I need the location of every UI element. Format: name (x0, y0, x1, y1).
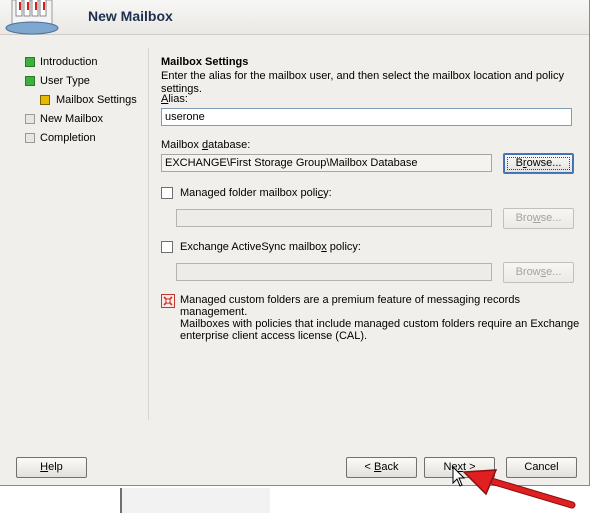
help-button[interactable]: Help (16, 457, 87, 478)
nav-step-completion: Completion (22, 131, 142, 150)
nav-step-label: User Type (40, 75, 90, 87)
nav-step-new-mailbox: New Mailbox (22, 112, 142, 131)
nav-step-label: New Mailbox (40, 113, 103, 125)
annotation-arrow-icon (462, 469, 576, 509)
managed-folder-browse-button[interactable]: Browse... (503, 208, 574, 229)
mailbox-settings-panel: Mailbox Settings Enter the alias for the… (161, 56, 579, 96)
nav-step-label: Mailbox Settings (56, 94, 137, 106)
nav-step-label: Completion (40, 132, 96, 144)
mailbox-database-field: EXCHANGE\First Storage Group\Mailbox Dat… (161, 154, 492, 172)
activesync-checkbox[interactable] (161, 241, 173, 253)
section-description: Enter the alias for the mailbox user, an… (161, 70, 564, 95)
wizard-header: New Mailbox (0, 0, 589, 35)
wizard-steps-nav: Introduction User Type Mailbox Settings … (22, 55, 142, 150)
premium-feature-icon (161, 294, 175, 308)
alias-input[interactable]: userone (161, 108, 572, 126)
nav-step-user-type: User Type (22, 74, 142, 93)
managed-folder-label: Managed folder mailbox policy: (180, 187, 332, 199)
step-complete-icon (25, 76, 35, 86)
database-browse-button[interactable]: Browse... (503, 153, 574, 174)
premium-feature-note: Managed custom folders are a premium fea… (180, 294, 580, 342)
nav-step-introduction: Introduction (22, 55, 142, 74)
back-button[interactable]: < Back (346, 457, 417, 478)
alias-label: Alias: (161, 93, 188, 105)
activesync-browse-button[interactable]: Browse... (503, 262, 574, 283)
section-title: Mailbox Settings (161, 56, 249, 68)
new-mailbox-dialog: New Mailbox Introduction User Type Mailb… (0, 0, 590, 486)
background-window-edge (120, 488, 270, 513)
managed-folder-policy-field (176, 209, 492, 227)
mailbox-wizard-icon (5, 0, 59, 35)
dialog-title: New Mailbox (88, 8, 173, 24)
activesync-label: Exchange ActiveSync mailbox policy: (180, 241, 361, 253)
step-current-icon (40, 95, 50, 105)
step-pending-icon (25, 133, 35, 143)
activesync-policy-field (176, 263, 492, 281)
nav-step-label: Introduction (40, 56, 98, 68)
step-pending-icon (25, 114, 35, 124)
step-complete-icon (25, 57, 35, 67)
nav-step-mailbox-settings: Mailbox Settings (22, 93, 142, 112)
nav-divider (148, 48, 149, 420)
managed-folder-checkbox[interactable] (161, 187, 173, 199)
mailbox-database-label: Mailbox database: (161, 139, 251, 151)
